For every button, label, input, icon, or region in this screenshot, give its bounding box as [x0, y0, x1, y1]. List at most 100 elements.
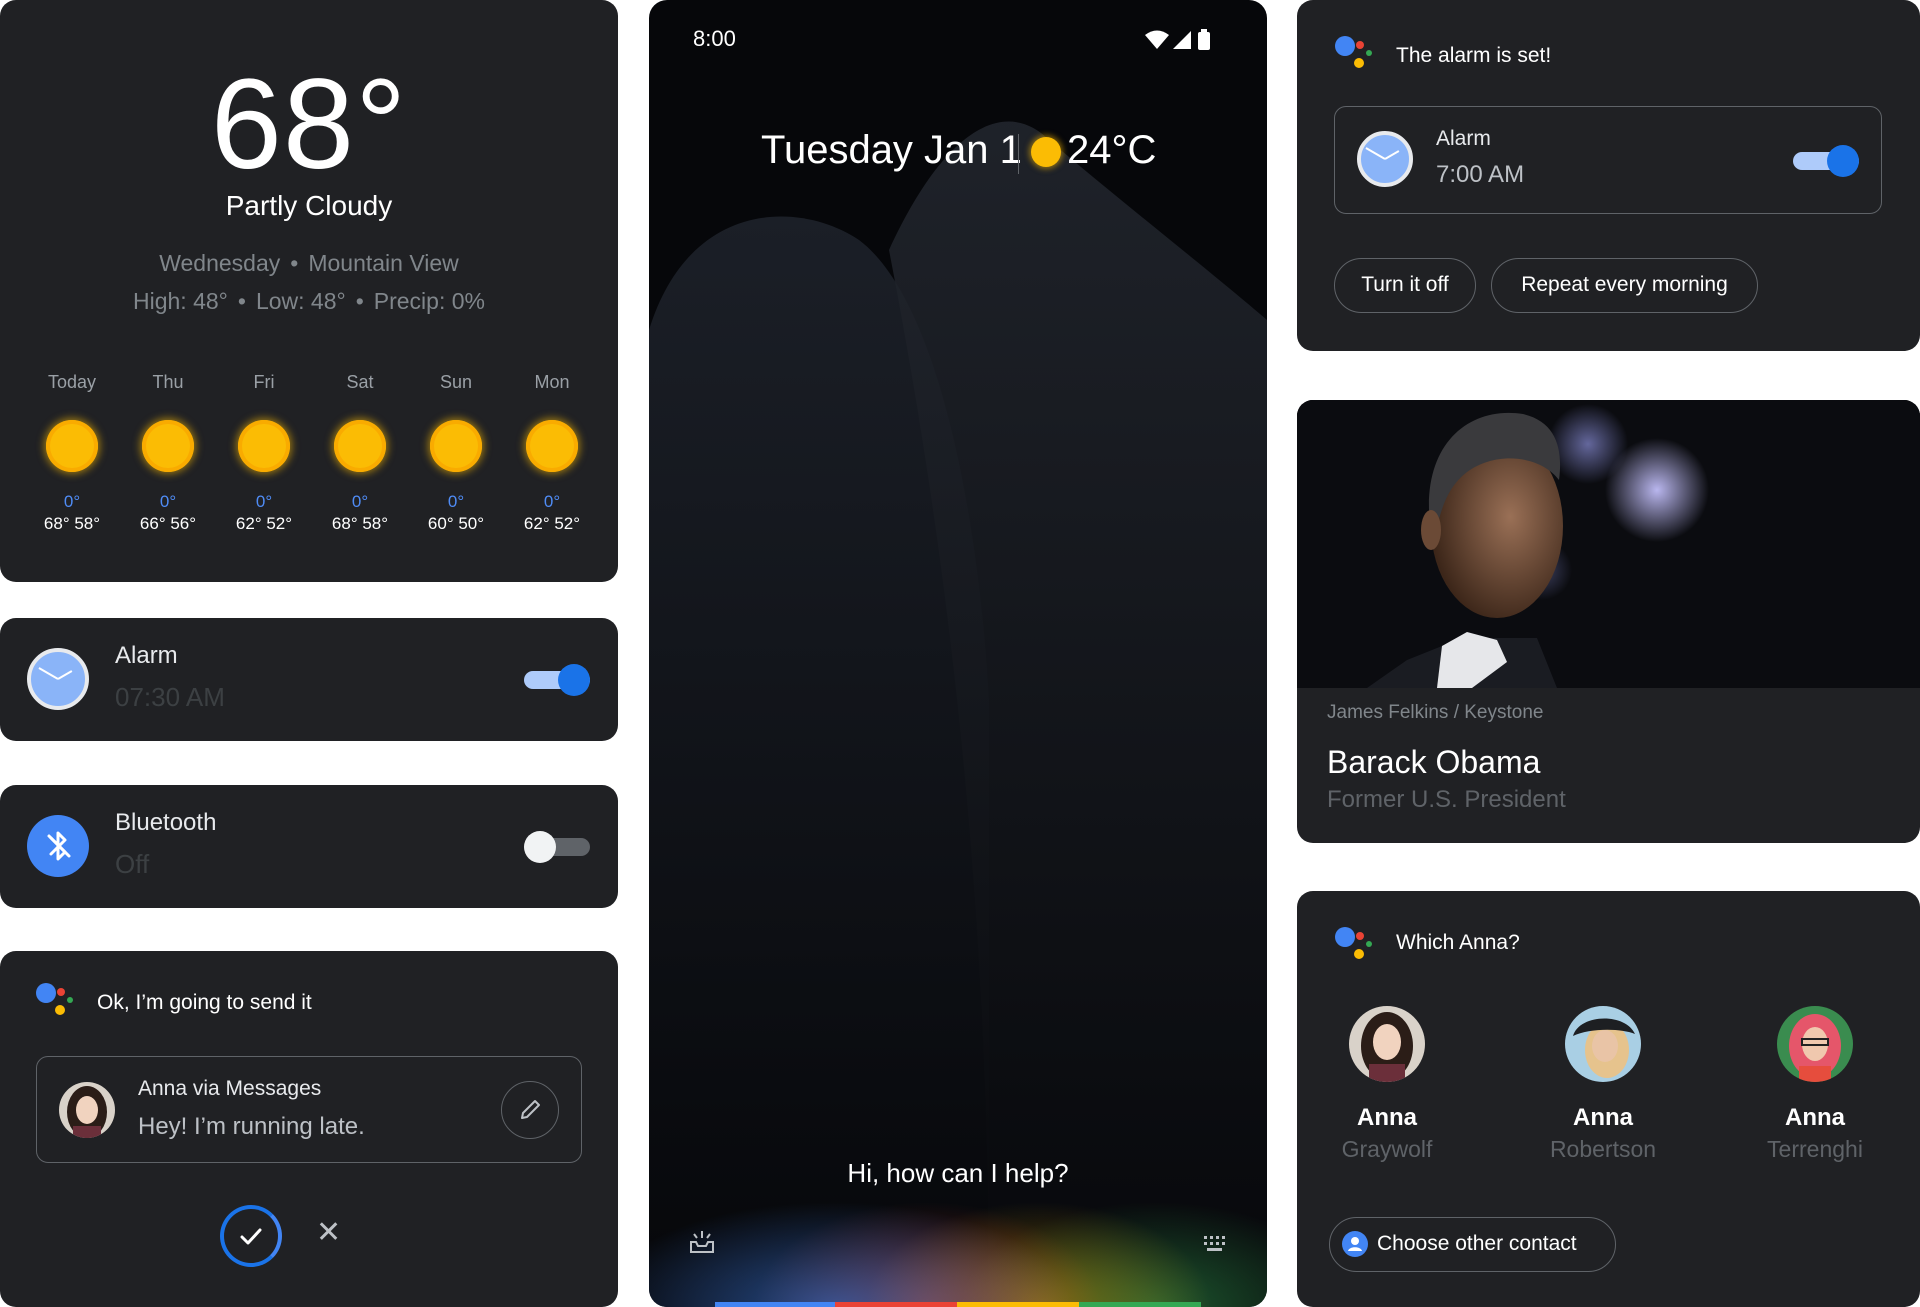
assistant-icon	[1335, 927, 1379, 971]
message-sender: Anna via Messages	[138, 1077, 322, 1100]
person-card[interactable]: James Felkins / Keystone Barack Obama Fo…	[1297, 400, 1920, 843]
toggle-knob	[558, 664, 590, 696]
weather-day-location: Wednesday • Mountain View	[0, 250, 618, 277]
signal-icon	[1173, 31, 1191, 49]
lockscreen-date: Tuesday Jan 1	[761, 128, 1022, 172]
alarm-set-card: The alarm is set! Alarm 7:00 AM Turn it …	[1297, 0, 1920, 351]
contact-last-name: Robertson	[1549, 1136, 1657, 1162]
forecast-high-low: 60° 50°	[427, 514, 485, 533]
assistant-bar-green	[1079, 1302, 1201, 1307]
bluetooth-toggle[interactable]	[524, 831, 590, 863]
forecast-day: Sun 0° 60° 50°	[406, 372, 506, 534]
avatar	[1777, 1006, 1853, 1082]
alarm-label: Alarm	[1436, 127, 1491, 150]
turn-off-chip[interactable]: Turn it off	[1334, 258, 1476, 313]
assistant-prompt: Hi, how can I help?	[847, 1158, 1069, 1188]
confirm-send-button[interactable]	[220, 1205, 282, 1267]
wallpaper	[649, 121, 1267, 1307]
forecast-day-label: Fri	[253, 372, 275, 392]
avatar	[1349, 1006, 1425, 1082]
wifi-icon	[1145, 30, 1169, 49]
photo-credit: James Felkins / Keystone	[1327, 702, 1544, 723]
forecast-day-label: Sat	[346, 372, 374, 392]
forecast-day: Sat 0° 68° 58°	[310, 372, 410, 534]
weather-location: Mountain View	[308, 250, 459, 276]
sun-icon	[430, 420, 482, 472]
forecast-zero: 0°	[255, 492, 273, 511]
lockscreen-temperature: 24°C	[1067, 128, 1157, 172]
forecast-day: Today 0° 68° 58°	[22, 372, 122, 534]
person-icon	[1342, 1231, 1368, 1257]
phone-screen: 8:00 Tuesday Jan 1 24°C Hi, how can I he…	[649, 0, 1267, 1307]
send-message-card: Ok, I’m going to send it Anna via Messag…	[0, 951, 618, 1307]
weather-precip: Precip: 0%	[373, 288, 485, 314]
forecast-zero: 0°	[543, 492, 561, 511]
forecast-day-label: Today	[47, 372, 97, 392]
weather-details: High: 48° • Low: 48° • Precip: 0%	[0, 288, 618, 315]
weather-condition: Partly Cloudy	[225, 190, 393, 221]
contact-last-name: Terrenghi	[1767, 1136, 1863, 1162]
sun-icon	[334, 420, 386, 472]
forecast-day: Thu 0° 66° 56°	[118, 372, 218, 534]
contact-option[interactable]: Anna Graywolf	[1297, 1006, 1477, 1163]
message-preview[interactable]: Anna via Messages Hey! I’m running late.	[36, 1056, 582, 1163]
assistant-icon	[36, 983, 80, 1027]
forecast-day-label: Thu	[152, 372, 184, 392]
contact-option[interactable]: Anna Robertson	[1513, 1006, 1693, 1163]
edit-button[interactable]	[501, 1081, 559, 1139]
alarm-toggle[interactable]	[524, 664, 590, 696]
sun-icon	[142, 420, 194, 472]
forecast-zero: 0°	[447, 492, 465, 511]
forecast-high-low: 68° 58°	[331, 514, 389, 533]
forecast-high-low: 68° 58°	[43, 514, 101, 533]
keyboard-icon[interactable]	[1201, 1228, 1231, 1258]
weather-card[interactable]: 68° Partly Cloudy Wednesday • Mountain Vie…	[0, 0, 618, 582]
forecast-high-low: 62° 52°	[523, 514, 581, 533]
choose-other-contact-button[interactable]: Choose other contact	[1329, 1217, 1616, 1272]
forecast-zero: 0°	[351, 492, 369, 511]
bluetooth-icon	[27, 815, 89, 877]
pencil-icon	[521, 1100, 540, 1119]
sun-icon	[526, 420, 578, 472]
alarm-time: 07:30 AM	[115, 682, 225, 712]
forecast-zero: 0°	[63, 492, 81, 511]
close-icon[interactable]: ✕	[316, 1215, 341, 1250]
assistant-response: The alarm is set!	[1396, 44, 1552, 67]
divider	[1018, 134, 1019, 174]
forecast-day: Mon 0° 62° 52°	[502, 372, 602, 534]
forecast-day-label: Mon	[534, 372, 570, 392]
battery-icon	[1198, 32, 1210, 50]
forecast-day-label: Sun	[439, 372, 473, 392]
toggle-knob	[524, 831, 556, 863]
alarm-detail[interactable]: Alarm 7:00 AM	[1334, 106, 1882, 214]
forecast-high-low: 66° 56°	[139, 514, 197, 533]
clock-icon	[27, 648, 89, 710]
tray-icon[interactable]	[687, 1228, 717, 1258]
contact-picker-card: Which Anna? Anna Graywolf Anna Robertson…	[1297, 891, 1920, 1307]
sun-icon	[46, 420, 98, 472]
sun-icon	[238, 420, 290, 472]
bluetooth-status: Off	[115, 849, 150, 879]
assistant-bar-red	[835, 1302, 957, 1307]
separator-dot: •	[355, 288, 364, 314]
separator-dot: •	[237, 288, 246, 314]
alarm-time: 7:00 AM	[1436, 161, 1525, 188]
person-photo	[1297, 400, 1920, 688]
repeat-chip[interactable]: Repeat every morning	[1491, 258, 1758, 313]
weather-day: Wednesday	[159, 250, 281, 276]
contact-option[interactable]: Anna Terrenghi	[1725, 1006, 1905, 1163]
assistant-bar-blue	[715, 1302, 835, 1307]
avatar	[59, 1082, 115, 1138]
sun-icon	[1031, 137, 1061, 167]
clock-icon	[1357, 131, 1413, 187]
assistant-icon	[1335, 36, 1379, 80]
bluetooth-card[interactable]: Bluetooth Off	[0, 785, 618, 908]
person-role: Former U.S. President	[1327, 786, 1566, 813]
avatar	[1565, 1006, 1641, 1082]
assistant-response: Ok, I’m going to send it	[97, 991, 312, 1014]
contact-first-name: Anna	[1573, 1104, 1633, 1131]
status-icons	[1143, 28, 1229, 50]
alarm-card[interactable]: Alarm 07:30 AM	[0, 618, 618, 741]
current-temperature: 68°	[210, 53, 408, 196]
alarm-toggle[interactable]	[1793, 145, 1859, 177]
